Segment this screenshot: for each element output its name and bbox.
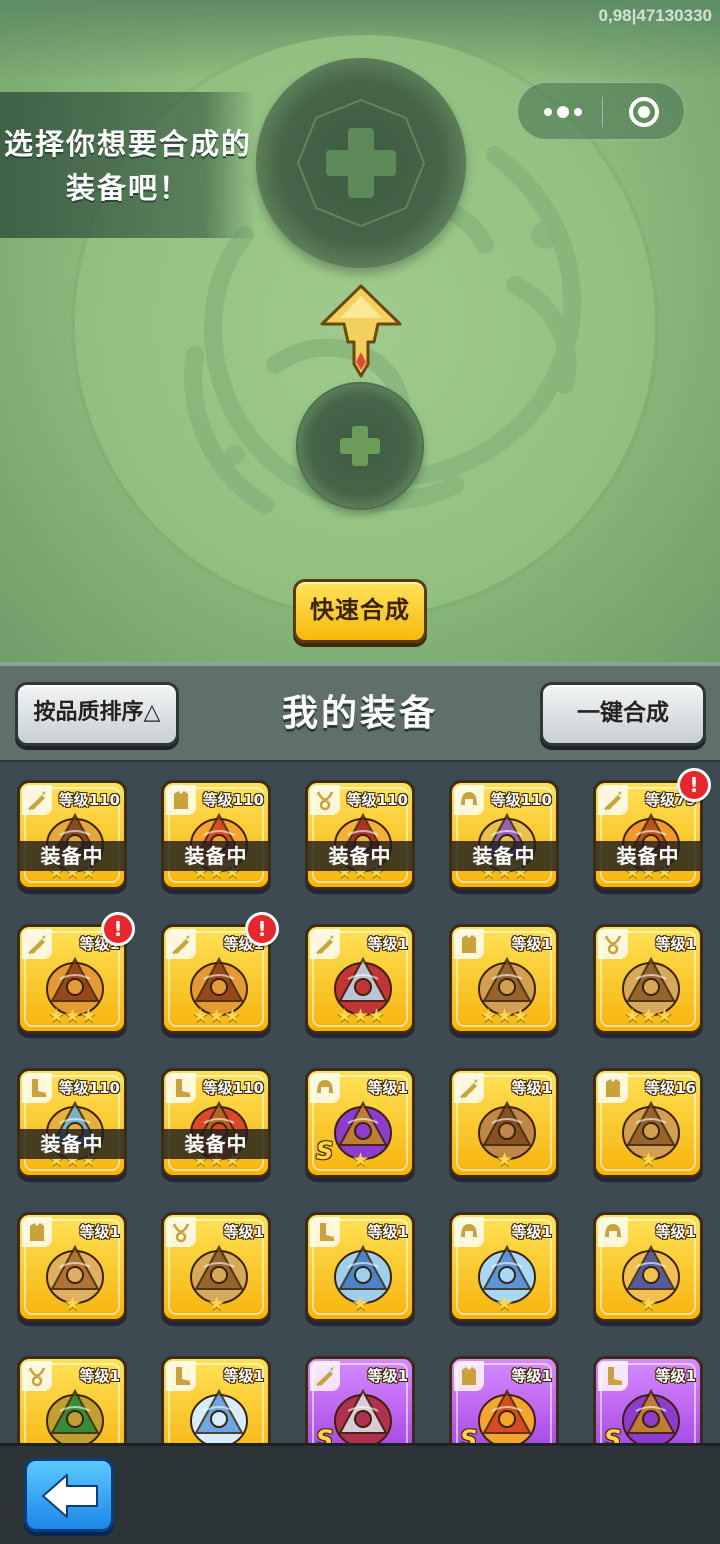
equipment-card[interactable]: 等级110 ★★★ 装备中	[17, 780, 127, 890]
star-rating: ★	[351, 1293, 369, 1315]
target-close-icon[interactable]	[628, 96, 660, 128]
item-level: 等级110	[58, 791, 120, 809]
item-level: 等级1	[511, 1367, 552, 1385]
mini-program-capsule	[517, 82, 685, 140]
equipment-card[interactable]: 等级110 ★★★ 装备中	[449, 780, 559, 890]
item-level: 等级1	[367, 935, 408, 953]
merge-all-button[interactable]: 一键合成	[540, 682, 706, 746]
equipment-card[interactable]: 等级1 ★ S	[305, 1068, 415, 1178]
quick-merge-button[interactable]: 快速合成	[293, 579, 427, 643]
alert-badge: !	[677, 768, 711, 802]
equipped-label: 装备中	[164, 1129, 268, 1159]
equipment-card[interactable]: 等级1 S	[449, 1356, 559, 1443]
item-level: 等级110	[202, 791, 264, 809]
main-equipment-slot[interactable]	[256, 58, 466, 268]
star-rating: ★★★	[479, 1005, 529, 1027]
equipment-card[interactable]: 等级1 ★	[449, 1068, 559, 1178]
plus-icon	[296, 98, 426, 228]
equipment-card[interactable]: 等级16 ★	[593, 1068, 703, 1178]
item-level: 等级1	[367, 1367, 408, 1385]
hint-banner: 选择你想要合成的装备吧！	[0, 92, 256, 238]
item-level: 等级1	[655, 1367, 696, 1385]
star-rating: ★	[495, 1149, 513, 1171]
item-level: 等级110	[346, 791, 408, 809]
item-level: 等级1	[367, 1079, 408, 1097]
equipment-card[interactable]: 等级1 ★★★	[593, 924, 703, 1034]
item-level: 等级1	[367, 1223, 408, 1241]
equipment-card[interactable]: 等级1 ★	[593, 1212, 703, 1322]
item-level: 等级1	[511, 1223, 552, 1241]
item-level: 等级1	[511, 1079, 552, 1097]
equipment-card[interactable]: 等级1 ★	[17, 1212, 127, 1322]
item-level: 等级110	[202, 1079, 264, 1097]
rank-badge: S	[460, 1425, 478, 1443]
equipped-label: 装备中	[596, 841, 700, 871]
equipped-label: 装备中	[164, 841, 268, 871]
equipment-card[interactable]: 等级1 ★	[161, 1212, 271, 1322]
item-level: 等级16	[645, 1079, 696, 1097]
equipment-card[interactable]: 等级1 ★★★	[449, 924, 559, 1034]
equipment-header: 按品质排序△ 我的装备 一键合成	[0, 662, 720, 760]
up-arrow-icon	[320, 284, 402, 378]
forge-area: 0,98|47130330 选择你想要合成的装备吧！ 快速合成	[0, 0, 720, 662]
item-level: 等级1	[655, 1223, 696, 1241]
equipment-card[interactable]: 等级1 S	[305, 1356, 415, 1443]
equipped-label: 装备中	[308, 841, 412, 871]
equipped-label: 装备中	[452, 841, 556, 871]
item-level: 等级1	[79, 1367, 120, 1385]
capsule-divider	[602, 97, 603, 127]
rank-badge: S	[604, 1425, 622, 1443]
equipment-item-icon	[46, 1388, 104, 1443]
equipped-label: 装备中	[20, 1129, 124, 1159]
plus-icon	[340, 426, 380, 466]
debug-id-text: 0,98|47130330	[598, 6, 712, 25]
alert-badge: !	[101, 912, 135, 946]
item-level: 等级110	[58, 1079, 120, 1097]
star-rating: ★	[207, 1293, 225, 1315]
item-level: 等级110	[490, 791, 552, 809]
equipment-card[interactable]: 等级110 ★★★ 装备中	[161, 780, 271, 890]
star-rating: ★	[495, 1293, 513, 1315]
back-button[interactable]	[24, 1458, 114, 1532]
equipment-card[interactable]: 等级110 ★★★ 装备中	[161, 1068, 271, 1178]
sort-by-quality-button[interactable]: 按品质排序△	[15, 682, 179, 746]
item-level: 等级1	[223, 1367, 264, 1385]
equipment-item-icon	[190, 1388, 248, 1443]
back-arrow-icon	[42, 1474, 98, 1518]
rank-badge: S	[316, 1137, 334, 1165]
equipment-card[interactable]: 等级110 ★★★ 装备中	[305, 780, 415, 890]
equipment-card[interactable]: 等级1	[161, 1356, 271, 1443]
hint-text: 选择你想要合成的装备吧！	[3, 127, 252, 205]
item-level: 等级1	[511, 935, 552, 953]
page-title: 我的装备	[281, 693, 438, 734]
star-rating: ★	[63, 1293, 81, 1315]
star-rating: ★★★	[335, 1005, 385, 1027]
material-equipment-slot[interactable]	[296, 382, 424, 510]
item-level: 等级1	[223, 1223, 264, 1241]
equipment-item-icon	[478, 1388, 536, 1443]
more-dots-icon[interactable]	[540, 99, 586, 125]
equipment-grid: 等级110 ★★★ 装备中 等级110 ★★★ 装备中 等级110 ★★★ 装备中 等级110 ★★…	[0, 760, 720, 1443]
alert-badge: !	[245, 912, 279, 946]
equipment-card[interactable]: 等级1 ★	[449, 1212, 559, 1322]
equipment-item-icon	[334, 1388, 392, 1443]
star-rating: ★★★	[47, 1005, 97, 1027]
equipment-card[interactable]: 等级1 S	[593, 1356, 703, 1443]
star-rating: ★★★	[191, 1005, 241, 1027]
star-rating: ★	[639, 1293, 657, 1315]
star-rating: ★★★	[623, 1005, 673, 1027]
equipped-label: 装备中	[20, 841, 124, 871]
star-rating: ★	[639, 1149, 657, 1171]
equipment-card[interactable]: 等级1	[17, 1356, 127, 1443]
equipment-card[interactable]: 等级1 ★	[305, 1212, 415, 1322]
item-level: 等级1	[79, 1223, 120, 1241]
bottom-bar	[0, 1443, 720, 1544]
item-level: 等级1	[655, 935, 696, 953]
equipment-card[interactable]: 等级110 ★★★ 装备中	[17, 1068, 127, 1178]
equipment-item-icon	[622, 1388, 680, 1443]
equipment-card[interactable]: 等级1 ★★★	[305, 924, 415, 1034]
rank-badge: S	[316, 1425, 334, 1443]
